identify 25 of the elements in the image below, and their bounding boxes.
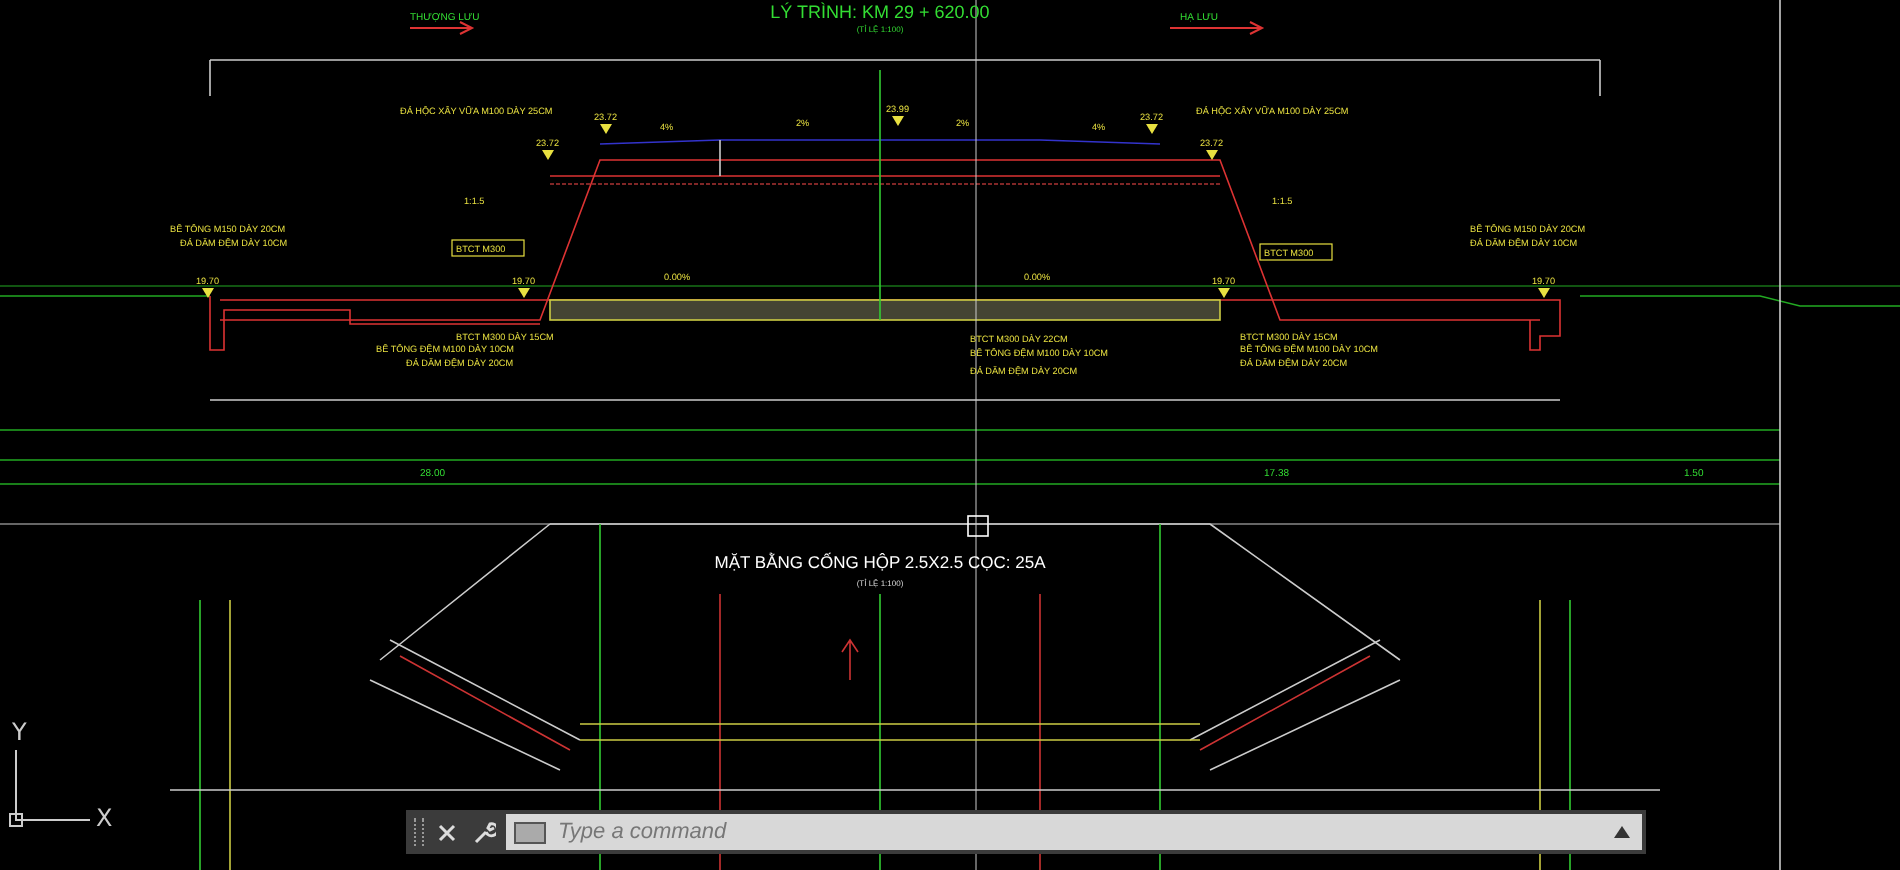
- elevation-marker-icon: [202, 288, 214, 298]
- flow-arrow-icon: [1169, 21, 1265, 35]
- axis-label: Y: [12, 718, 27, 746]
- command-input-field[interactable]: Type a command: [554, 818, 1602, 846]
- plan-title: MẶT BẰNG CỐNG HỘP 2.5X2.5 CỌC: 25A: [714, 552, 1046, 572]
- elevation-marker-icon: [1218, 288, 1230, 298]
- command-line-field[interactable]: Type a command: [506, 814, 1642, 850]
- elevation-marker-icon: [542, 150, 554, 160]
- elevation-marker-icon: [1206, 150, 1218, 160]
- grip-icon[interactable]: [414, 818, 424, 846]
- wrench-icon[interactable]: [473, 821, 495, 843]
- elevation-marker-icon: [1538, 288, 1550, 298]
- elevation-marker-icon: [518, 288, 530, 298]
- material-tag-frame: [1259, 243, 1333, 261]
- elevation-marker-icon: [1146, 124, 1158, 134]
- elevation-marker-icon: [892, 116, 904, 126]
- up-caret-icon[interactable]: [1614, 826, 1630, 838]
- axis-label: X: [96, 804, 113, 832]
- flow-arrow-icon: [409, 21, 475, 35]
- material-tag-frame: [451, 239, 525, 257]
- prompt-icon[interactable]: [514, 821, 546, 843]
- station-title: LÝ TRÌNH: KM 29 + 620.00: [770, 2, 990, 22]
- elevation-marker-icon: [600, 124, 612, 134]
- ucs-axes-icon: [9, 749, 91, 827]
- close-icon[interactable]: [437, 823, 455, 841]
